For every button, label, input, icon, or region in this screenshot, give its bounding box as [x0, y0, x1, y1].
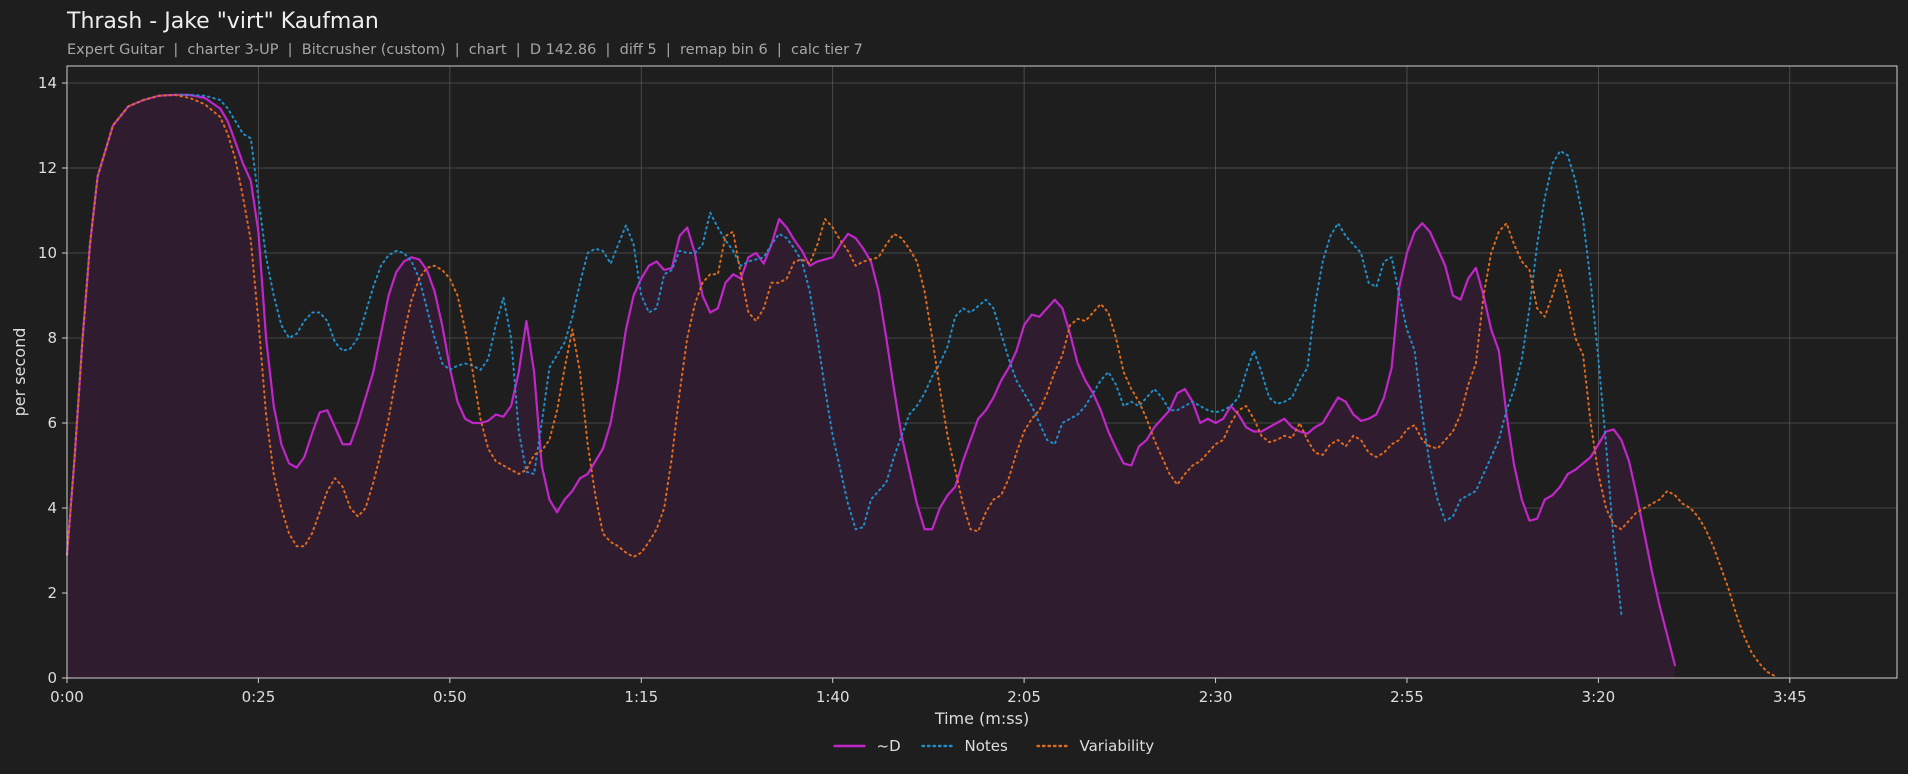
- x-tick-label: 0:50: [433, 688, 467, 706]
- chart-figure: Thrash - Jake "virt" Kaufman Expert Guit…: [10, 9, 1898, 755]
- area-fills: [67, 94, 1675, 678]
- series-area-0: [67, 94, 1675, 678]
- y-tick-label: 8: [47, 329, 57, 347]
- x-tick-label: 2:05: [1007, 688, 1041, 706]
- x-tick-label: 3:20: [1582, 688, 1616, 706]
- x-tick-label: 3:45: [1773, 688, 1807, 706]
- legend-label-2: Variability: [1080, 737, 1155, 755]
- x-tick-label: 2:30: [1199, 688, 1233, 706]
- x-axis-label: Time (m:ss): [934, 709, 1029, 728]
- chart-root: Thrash - Jake "virt" Kaufman Expert Guit…: [0, 0, 1908, 774]
- y-tick-label: 2: [47, 584, 57, 602]
- y-tick-label: 10: [38, 244, 57, 262]
- legend-label-1: Notes: [965, 737, 1009, 755]
- x-tick-label: 1:15: [624, 688, 658, 706]
- y-tick-label: 0: [47, 669, 57, 687]
- y-tick-label: 14: [38, 74, 57, 92]
- y-tick-label: 6: [47, 414, 57, 432]
- y-tick-label: 12: [38, 159, 57, 177]
- x-tick-label: 2:55: [1390, 688, 1424, 706]
- chart-subtitle: Expert Guitar | charter 3-UP | Bitcrushe…: [67, 42, 863, 58]
- y-axis-label: per second: [10, 328, 29, 417]
- y-tick-label: 4: [47, 499, 57, 517]
- legend: ~D Notes Variability: [833, 737, 1155, 755]
- legend-label-0: ~D: [877, 737, 901, 755]
- x-tick-label: 0:25: [242, 688, 276, 706]
- x-tick-label: 1:40: [816, 688, 850, 706]
- chart-title: Thrash - Jake "virt" Kaufman: [66, 9, 379, 34]
- x-tick-label: 0:00: [50, 688, 84, 706]
